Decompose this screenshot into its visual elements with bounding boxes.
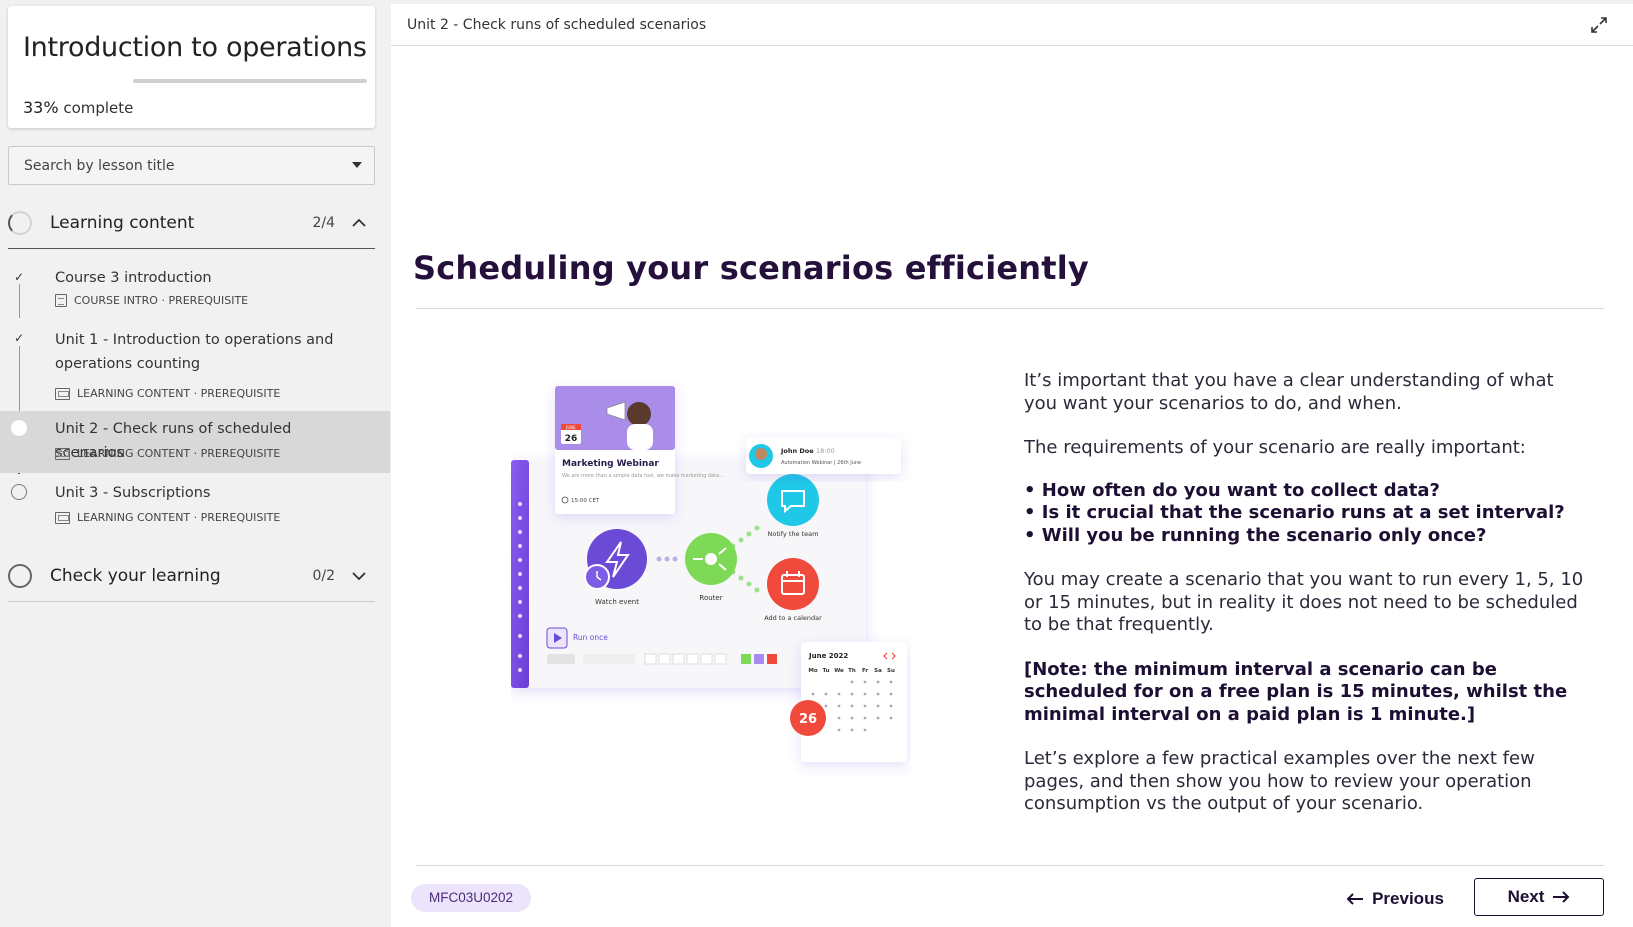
lesson-content-panel: Unit 2 - Check runs of scheduled scenari… bbox=[391, 4, 1633, 927]
list-item: How often do you want to collect data? bbox=[1024, 480, 1589, 503]
webinar-month: JUNE bbox=[565, 425, 576, 430]
node-label: Watch event bbox=[595, 598, 639, 606]
lesson-meta-text: COURSE INTRO · PREREQUISITE bbox=[74, 294, 249, 307]
section-learning-content[interactable]: Learning content 2/4 bbox=[8, 197, 375, 249]
check-icon: ✓ bbox=[13, 270, 25, 284]
closing-paragraph: Let’s explore a few practical examples o… bbox=[1024, 748, 1535, 814]
notify-team-node bbox=[767, 474, 819, 526]
lesson-item-current[interactable]: Unit 2 - Check runs of scheduled scenari… bbox=[0, 411, 390, 473]
progress-value: 33% bbox=[23, 98, 59, 117]
section-count: 2/4 bbox=[312, 215, 335, 231]
list-item: Is it crucial that the scenario runs at … bbox=[1024, 502, 1589, 525]
section-count: 0/2 bbox=[312, 568, 335, 584]
caret-down-icon bbox=[352, 162, 362, 168]
intro-paragraph: It’s important that you have a clear und… bbox=[1024, 370, 1554, 414]
svg-text:John Doe 18:00: John Doe 18:00 bbox=[780, 447, 835, 455]
lesson-title: Course 3 introduction bbox=[55, 270, 212, 286]
progress-suffix: complete bbox=[58, 99, 134, 117]
screen-icon bbox=[55, 511, 70, 524]
webinar-day: 26 bbox=[565, 434, 578, 444]
next-button[interactable]: Next bbox=[1474, 878, 1604, 916]
chevron-up-icon bbox=[352, 218, 366, 227]
calendar-day-header: Su bbox=[887, 668, 895, 674]
lesson-meta-text: LEARNING CONTENT · PREREQUISITE bbox=[77, 511, 281, 524]
course-title: Introduction to operations bbox=[23, 32, 367, 63]
calendar-day-header: Fr bbox=[862, 668, 868, 674]
note-paragraph: [Note: the minimum interval a scenario c… bbox=[1024, 658, 1568, 725]
lesson-meta: LEARNING CONTENT · PREREQUISITE bbox=[55, 447, 280, 460]
divider bbox=[416, 308, 1604, 309]
current-lesson-icon bbox=[11, 420, 27, 436]
section-check-your-learning[interactable]: Check your learning 0/2 bbox=[8, 550, 375, 602]
arrow-left-icon bbox=[1346, 893, 1364, 905]
screen-icon bbox=[55, 387, 70, 400]
webinar-title: Marketing Webinar bbox=[562, 459, 659, 469]
requirements-paragraph: The requirements of your scenario are re… bbox=[1024, 437, 1526, 458]
lesson-title: Unit 1 - Introduction to operations and … bbox=[55, 332, 334, 372]
webinar-time: 15:00 CET bbox=[571, 498, 600, 504]
lesson-title: Unit 3 - Subscriptions bbox=[55, 485, 211, 501]
lesson-search-select[interactable]: Search by lesson title bbox=[8, 146, 375, 185]
progress-bar bbox=[133, 79, 367, 83]
screen-icon bbox=[55, 447, 70, 460]
lesson-meta-text: LEARNING CONTENT · PREREQUISITE bbox=[77, 387, 281, 400]
node-label: Router bbox=[699, 594, 722, 602]
lesson-search-label: Search by lesson title bbox=[24, 158, 175, 174]
course-sidebar: Introduction to operations 33% complete … bbox=[0, 0, 390, 927]
calendar-node bbox=[767, 558, 819, 610]
node-label: Notify the team bbox=[768, 530, 819, 538]
lesson-meta: COURSE INTRO · PREREQUISITE bbox=[55, 294, 248, 307]
lesson-meta-text: LEARNING CONTENT · PREREQUISITE bbox=[77, 447, 281, 460]
calendar-card bbox=[801, 642, 907, 762]
person-sub: Automation Webinar | 26th June bbox=[781, 460, 861, 466]
calendar-title: June 2022 bbox=[808, 652, 848, 660]
section-title: Learning content bbox=[50, 213, 195, 233]
calendar-day-header: We bbox=[834, 668, 844, 674]
previous-label: Previous bbox=[1372, 889, 1444, 908]
lesson-item[interactable]: ✓ Course 3 introduction COURSE INTRO · P… bbox=[0, 260, 390, 320]
not-started-icon bbox=[11, 484, 27, 500]
calendar-day-header: Th bbox=[848, 668, 856, 674]
person-time: 18:00 bbox=[816, 447, 835, 455]
divider bbox=[416, 865, 1604, 866]
run-once-label: Run once bbox=[573, 633, 608, 642]
lesson-meta: LEARNING CONTENT · PREREQUISITE bbox=[55, 511, 280, 524]
next-label: Next bbox=[1507, 887, 1545, 906]
lesson-code-badge: MFC03U0202 bbox=[411, 884, 532, 912]
scheduling-paragraph: You may create a scenario that you want … bbox=[1024, 569, 1584, 635]
document-icon bbox=[55, 294, 67, 307]
lesson-heading: Scheduling your scenarios efficiently bbox=[413, 249, 1089, 287]
arrow-right-icon bbox=[1553, 891, 1570, 903]
lesson-topbar: Unit 2 - Check runs of scheduled scenari… bbox=[391, 4, 1633, 46]
calendar-day-header: Mo bbox=[808, 668, 817, 674]
webinar-desc: We are more than a simple data tool, we … bbox=[562, 473, 724, 479]
unit-title: Unit 2 - Check runs of scheduled scenari… bbox=[407, 17, 707, 33]
lesson-item[interactable]: Unit 3 - Subscriptions LEARNING CONTENT … bbox=[0, 475, 390, 535]
list-item: Will you be running the scenario only on… bbox=[1024, 525, 1589, 548]
lesson-item[interactable]: ✓ Unit 1 - Introduction to operations an… bbox=[0, 322, 390, 406]
expand-icon[interactable] bbox=[1590, 16, 1608, 34]
section-title: Check your learning bbox=[50, 566, 221, 586]
calendar-day-badge-text: 26 bbox=[799, 712, 817, 727]
lesson-meta: LEARNING CONTENT · PREREQUISITE bbox=[55, 387, 280, 400]
lesson-body: It’s important that you have a clear und… bbox=[1024, 370, 1589, 838]
chevron-down-icon bbox=[352, 572, 366, 581]
progress-ring-icon bbox=[8, 564, 32, 588]
progress-text: 33% complete bbox=[23, 98, 133, 117]
calendar-day-header: Sa bbox=[874, 668, 882, 674]
scenario-illustration: Watch event Router Notify the team Add t… bbox=[511, 386, 907, 762]
progress-ring-icon bbox=[8, 211, 32, 235]
requirements-list: How often do you want to collect data? I… bbox=[1024, 480, 1589, 548]
node-label: Add to a calendar bbox=[764, 614, 822, 622]
check-icon: ✓ bbox=[13, 331, 25, 345]
previous-button[interactable]: Previous bbox=[1335, 881, 1455, 917]
course-card: Introduction to operations 33% complete bbox=[8, 6, 375, 128]
calendar-day-header: Tu bbox=[822, 668, 829, 674]
person-name: John Doe bbox=[780, 447, 814, 455]
